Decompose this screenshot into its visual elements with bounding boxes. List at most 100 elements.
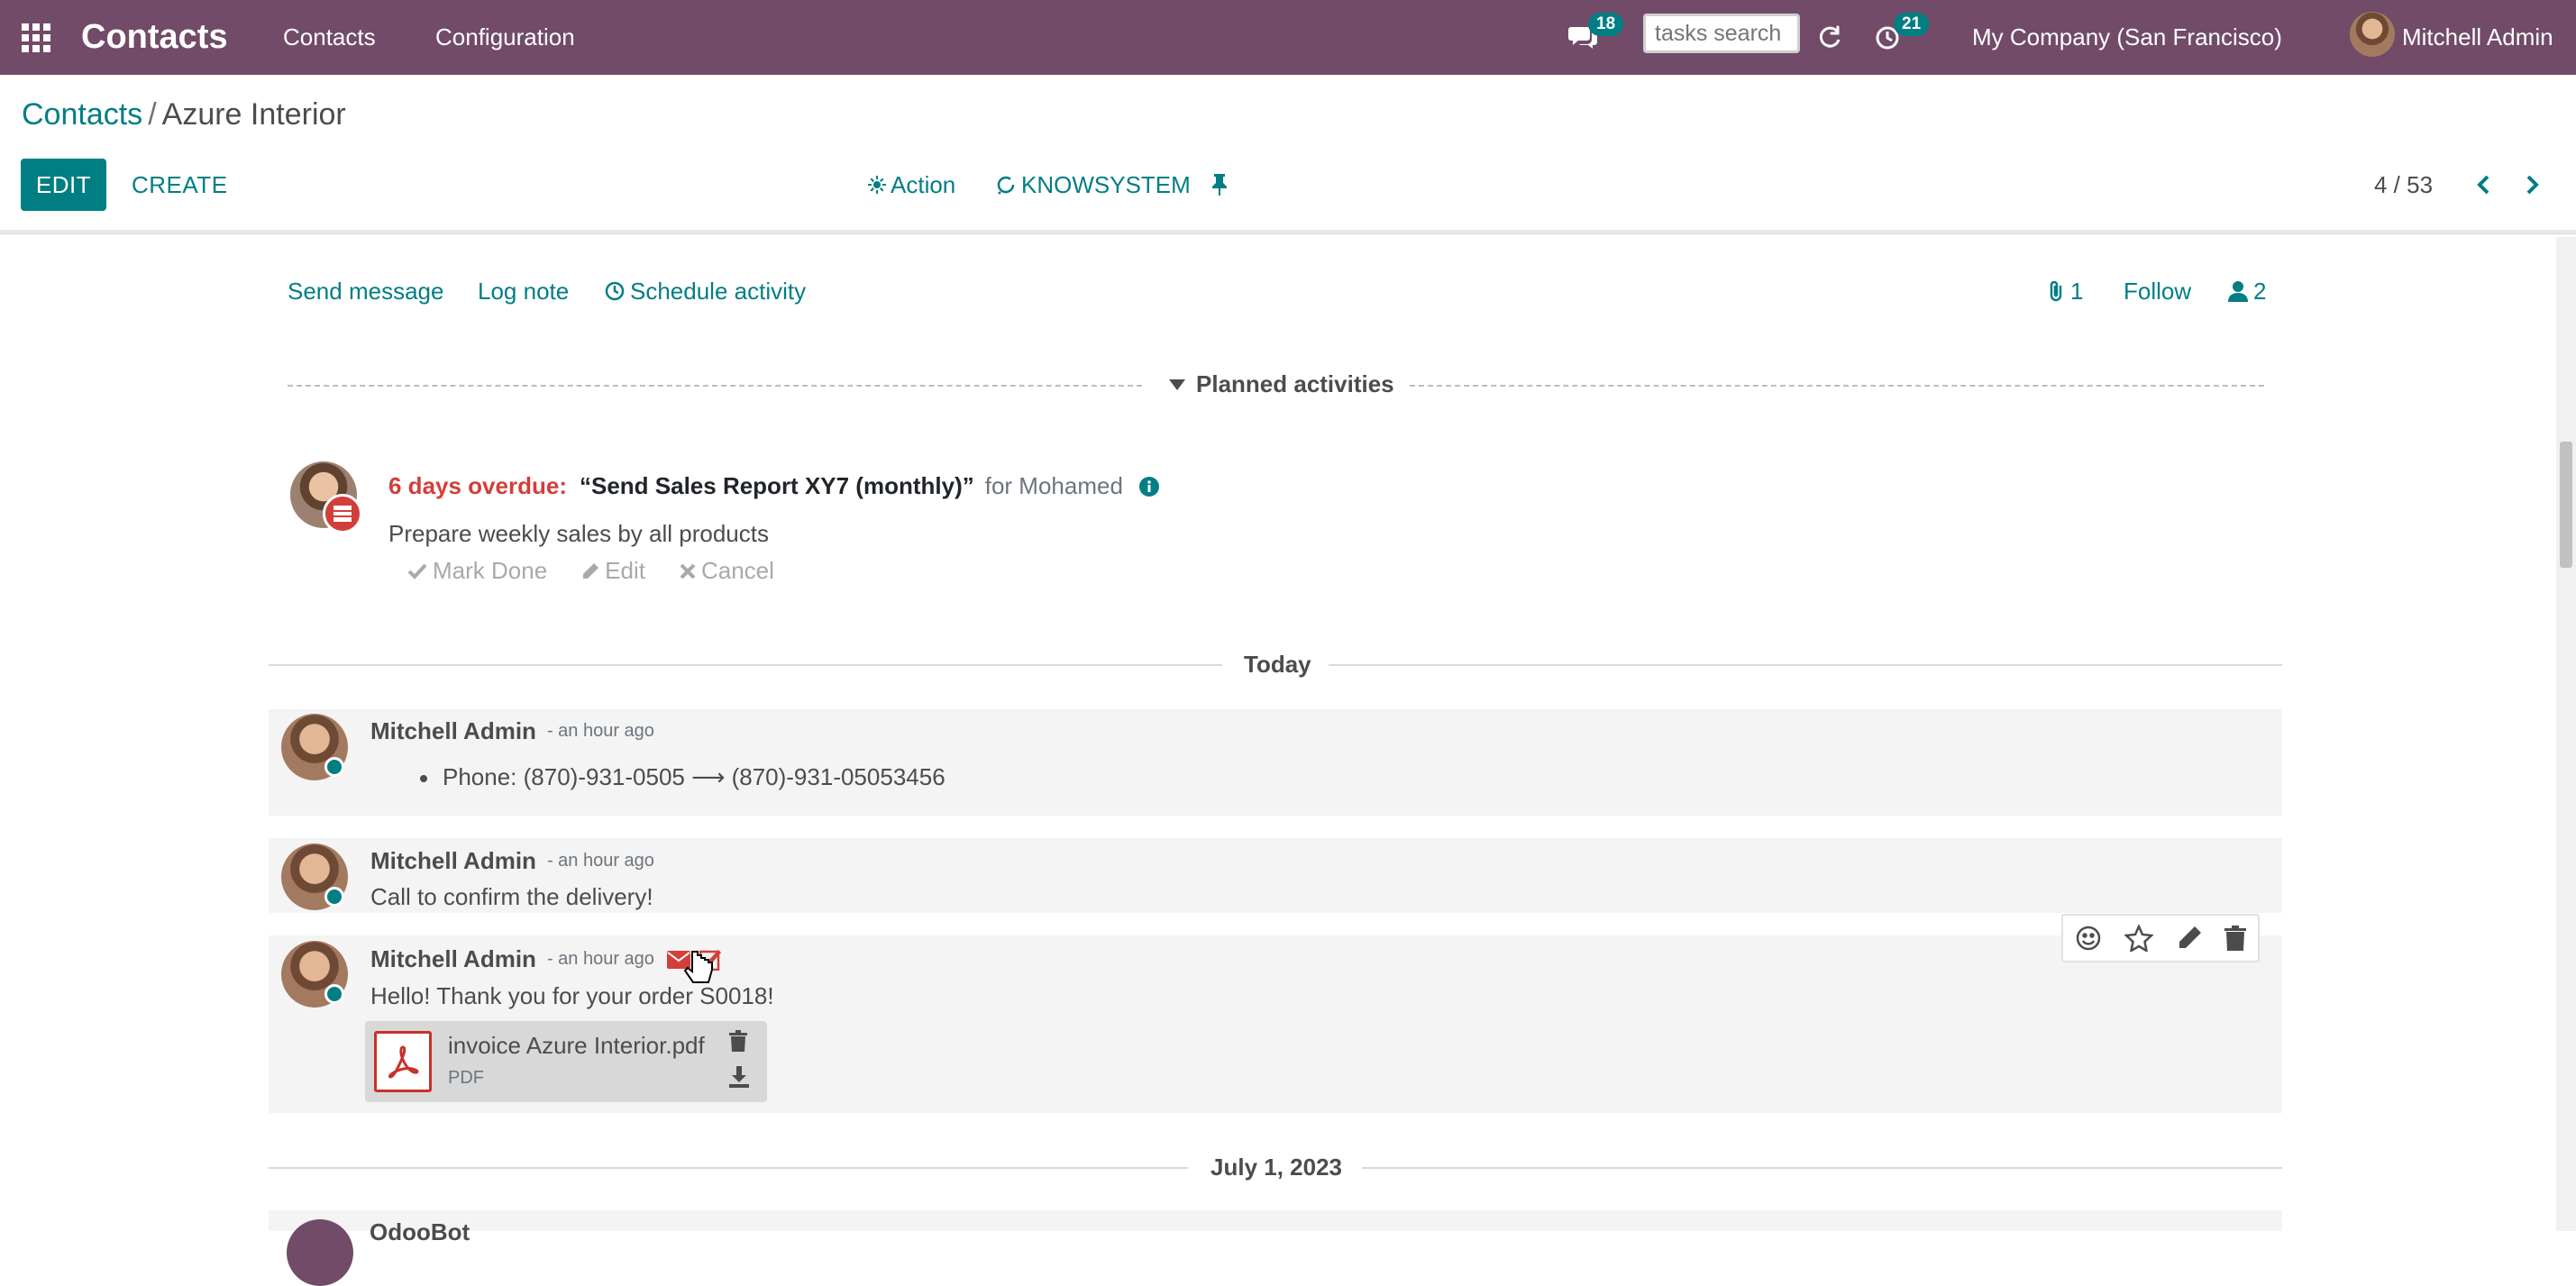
message-item bbox=[269, 1210, 2282, 1231]
message-time: - an hour ago bbox=[546, 721, 654, 741]
activity-cancel-label: Cancel bbox=[700, 557, 774, 584]
attachments-button[interactable]: 1 bbox=[2047, 269, 2083, 314]
breadcrumb: Contacts / Azure Interior bbox=[22, 97, 346, 132]
message-time: - an hour ago bbox=[546, 949, 654, 969]
online-status-indicator bbox=[324, 887, 344, 907]
messages-button[interactable] bbox=[1568, 0, 1604, 75]
edit-button[interactable]: EDIT bbox=[21, 159, 106, 211]
schedule-activity-label: Schedule activity bbox=[630, 277, 807, 305]
odoobot-avatar[interactable] bbox=[287, 1219, 353, 1286]
message-author: Mitchell Admin - an hour ago bbox=[370, 945, 723, 973]
knowsystem-icon bbox=[997, 176, 1015, 195]
tasks-search-input[interactable] bbox=[1643, 14, 1800, 53]
clock-icon bbox=[605, 281, 625, 301]
knowsystem-button[interactable]: KNOWSYSTEM bbox=[995, 159, 1191, 211]
activity-edit-button[interactable]: Edit bbox=[581, 557, 645, 585]
emoji-icon[interactable] bbox=[2075, 925, 2102, 952]
activity-overdue: 6 days overdue: bbox=[388, 472, 567, 499]
chevron-left-icon bbox=[2477, 175, 2489, 195]
knowsystem-label: KNOWSYSTEM bbox=[1021, 170, 1191, 198]
tracking-bullet bbox=[420, 775, 427, 782]
messages-count-badge: 18 bbox=[1588, 13, 1624, 36]
planned-activities-label: Planned activities bbox=[1196, 370, 1394, 397]
attachments-count: 1 bbox=[2070, 277, 2084, 305]
attachment-card[interactable]: invoice Azure Interior.pdf PDF bbox=[365, 1021, 767, 1102]
pager-previous-button[interactable] bbox=[2470, 159, 2497, 211]
planned-activities-toggle[interactable]: Planned activities bbox=[1169, 370, 1394, 398]
message-body: Call to confirm the delivery! bbox=[370, 883, 653, 910]
check-icon bbox=[407, 563, 427, 579]
report-icon bbox=[333, 506, 352, 522]
user-avatar[interactable] bbox=[2350, 12, 2395, 57]
follow-button[interactable]: Follow bbox=[2124, 269, 2191, 314]
chevron-right-icon bbox=[2526, 175, 2539, 195]
trash-icon[interactable] bbox=[729, 1030, 747, 1052]
control-panel-border bbox=[0, 230, 2576, 234]
message-author-name[interactable]: OdooBot bbox=[370, 1218, 470, 1246]
scrollbar-thumb[interactable] bbox=[2560, 442, 2572, 568]
activities-button[interactable] bbox=[1875, 0, 1904, 75]
pager-next-button[interactable] bbox=[2519, 159, 2546, 211]
mark-done-label: Mark Done bbox=[433, 557, 548, 584]
planned-activities-divider-left bbox=[288, 385, 1142, 387]
user-icon bbox=[2228, 281, 2248, 302]
activity-cancel-button[interactable]: Cancel bbox=[680, 557, 774, 585]
activity-edit-label: Edit bbox=[605, 557, 645, 584]
menu-contacts[interactable]: Contacts bbox=[283, 0, 376, 75]
breadcrumb-contacts[interactable]: Contacts bbox=[22, 97, 142, 132]
app-brand[interactable]: Contacts bbox=[81, 0, 228, 75]
action-menu[interactable]: Action bbox=[868, 159, 955, 211]
company-switcher[interactable]: My Company (San Francisco) bbox=[1972, 0, 2282, 75]
online-status-indicator bbox=[324, 984, 344, 1004]
pin-button[interactable] bbox=[1210, 159, 1234, 211]
breadcrumb-current: Azure Interior bbox=[161, 97, 346, 132]
activity-header: 6 days overdue: “Send Sales Report XY7 (… bbox=[388, 472, 1159, 500]
star-icon[interactable] bbox=[2124, 925, 2154, 952]
gear-icon bbox=[868, 176, 886, 194]
message-author-name[interactable]: Mitchell Admin bbox=[370, 945, 536, 973]
user-menu[interactable]: Mitchell Admin bbox=[2402, 0, 2553, 75]
paperclip-icon bbox=[2050, 280, 2062, 302]
message-body: Hello! Thank you for your order S0018! bbox=[370, 982, 774, 1009]
log-note-button[interactable]: Log note bbox=[478, 269, 569, 314]
today-divider-left bbox=[269, 664, 1222, 666]
activity-title: “Send Sales Report XY7 (monthly)” bbox=[579, 472, 974, 499]
today-divider-right bbox=[1329, 664, 2282, 666]
attachment-extension: PDF bbox=[448, 1068, 484, 1088]
activity-actions: Mark Done Edit Cancel bbox=[407, 557, 808, 585]
followers-count: 2 bbox=[2253, 277, 2267, 305]
close-icon bbox=[680, 563, 696, 579]
activity-assignee: for Mohamed bbox=[984, 472, 1123, 499]
activity-description: Prepare weekly sales by all products bbox=[388, 520, 769, 547]
attachment-name: invoice Azure Interior.pdf bbox=[448, 1032, 705, 1059]
online-status-indicator bbox=[324, 757, 344, 777]
tracking-value-change: Phone: (870)-931-0505 ⟶ (870)-931-050534… bbox=[443, 763, 945, 790]
apps-menu-icon[interactable] bbox=[20, 0, 56, 75]
pencil-icon[interactable] bbox=[2177, 926, 2202, 951]
scrollbar-track[interactable] bbox=[2556, 237, 2576, 1231]
caret-down-icon bbox=[1169, 379, 1185, 390]
pager-value[interactable]: 4 / 53 bbox=[2374, 159, 2433, 211]
info-icon[interactable] bbox=[1138, 476, 1159, 497]
refresh-button[interactable] bbox=[1817, 0, 1846, 75]
july-separator: July 1, 2023 bbox=[1210, 1154, 1342, 1181]
mark-done-button[interactable]: Mark Done bbox=[407, 557, 547, 585]
followers-button[interactable]: 2 bbox=[2228, 269, 2266, 314]
activities-count-badge: 21 bbox=[1894, 13, 1930, 36]
message-author-name[interactable]: Mitchell Admin bbox=[370, 847, 536, 875]
pin-icon bbox=[1212, 174, 1227, 196]
message-time: - an hour ago bbox=[546, 851, 654, 871]
send-message-button[interactable]: Send message bbox=[288, 269, 443, 314]
menu-configuration[interactable]: Configuration bbox=[435, 0, 575, 75]
create-button[interactable]: CREATE bbox=[132, 159, 228, 211]
trash-icon[interactable] bbox=[2224, 926, 2247, 951]
activity-type-badge bbox=[323, 494, 362, 534]
planned-activities-divider-right bbox=[1410, 385, 2264, 387]
breadcrumb-separator: / bbox=[148, 97, 157, 132]
download-icon[interactable] bbox=[729, 1066, 749, 1088]
july-divider-left bbox=[269, 1167, 1188, 1169]
top-navbar: Contacts Contacts Configuration 18 21 My… bbox=[0, 0, 2576, 75]
message-author-name[interactable]: Mitchell Admin bbox=[370, 717, 536, 745]
today-separator: Today bbox=[1244, 651, 1311, 678]
schedule-activity-button[interactable]: Schedule activity bbox=[605, 269, 806, 314]
